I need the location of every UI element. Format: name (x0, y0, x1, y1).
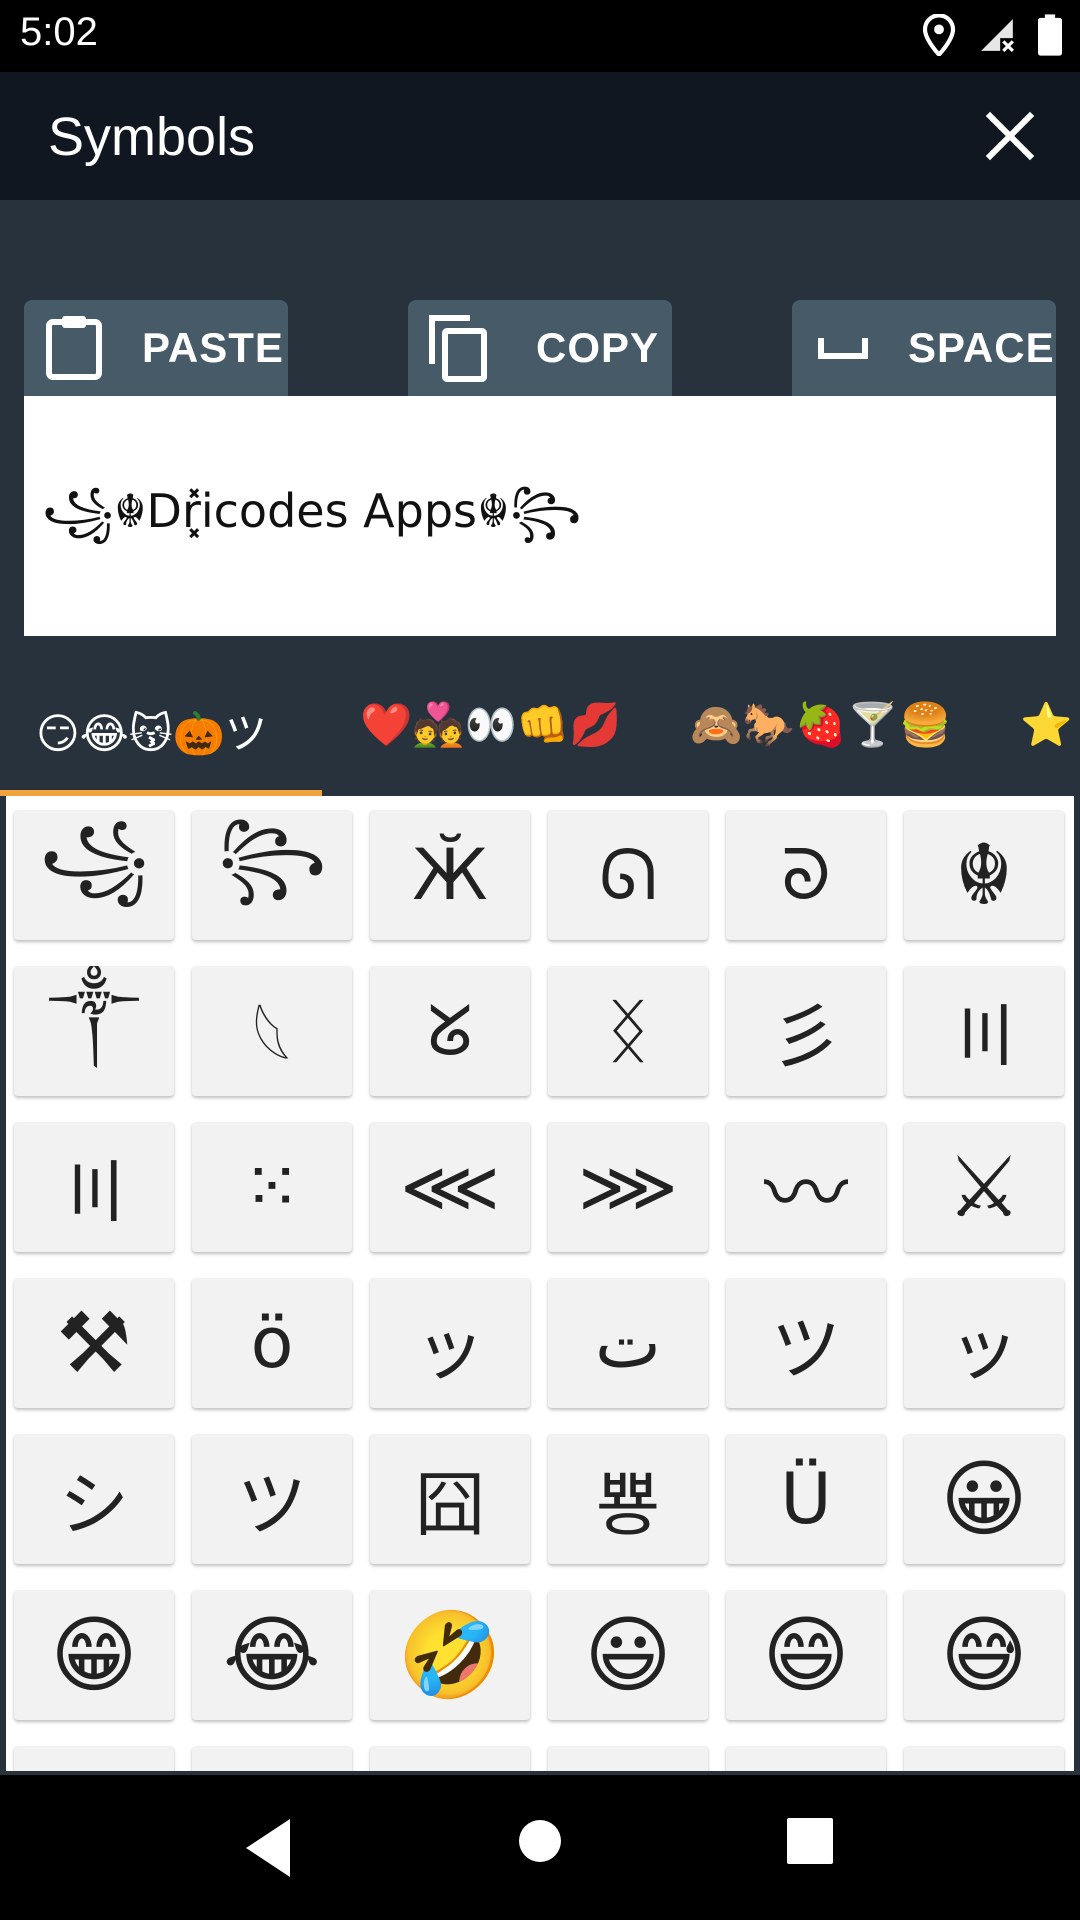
symbol-cell[interactable]: ッ (370, 1278, 530, 1408)
symbol-cell[interactable]: Ӂ (370, 810, 530, 940)
recents-button[interactable] (786, 1817, 834, 1869)
status-icons (922, 14, 1062, 56)
close-button[interactable] (980, 106, 1040, 166)
copy-label: COPY (536, 324, 660, 371)
symbol-cell[interactable]: ᘏ (548, 810, 708, 940)
clipboard-icon (46, 316, 102, 380)
navigation-bar (0, 1775, 1080, 1920)
page-title: Symbols (48, 107, 256, 167)
category-tabs: 😏😂😽🎃ツ ❤️💑👀👊💋 🙈🐎🍓🍸🍔 ⭐ (0, 680, 1080, 795)
close-icon (985, 111, 1035, 161)
tab-animals-food[interactable]: 🙈🐎🍓🍸🍔 (690, 700, 951, 750)
back-icon (246, 1819, 290, 1877)
symbol-cell[interactable]: 〣 (904, 966, 1064, 1096)
symbol-grid-panel[interactable]: ꧁ ꧂ Ӂ ᘏ ᘐ ☬ ༒ 𓆩 ᘜ ᛝ 彡〣〣 ⁙ ⋘ ⋙ 〰 ⚔ ⚒ ö ッ ت ツッシツ囧 뿅 Ü 😀 😁 😂 🤣 😃 😄 😅 (6, 796, 1074, 1771)
symbol-cell[interactable]: ꧁ (14, 810, 174, 940)
symbol-cell[interactable]: 😂 (192, 1590, 352, 1720)
symbol-cell[interactable] (370, 1746, 530, 1771)
symbol-cell[interactable]: ت (548, 1278, 708, 1408)
recents-icon (787, 1818, 833, 1864)
symbol-cell[interactable]: 𓆩 (192, 966, 352, 1096)
space-bar-icon (818, 338, 868, 359)
paste-label: PASTE (142, 324, 284, 371)
symbol-cell[interactable]: ༒ (14, 966, 174, 1096)
signal-no-data-icon (981, 19, 1014, 52)
home-button[interactable] (518, 1819, 562, 1867)
symbol-grid: ꧁ ꧂ Ӂ ᘏ ᘐ ☬ ༒ 𓆩 ᘜ ᛝ 彡〣〣 ⁙ ⋘ ⋙ 〰 ⚔ ⚒ ö ッ ت ツッシツ囧 뿅 Ü 😀 😁 😂 🤣 😃 😄 😅 (14, 810, 1064, 1771)
symbol-cell[interactable]: 😄 (726, 1590, 886, 1720)
symbol-cell[interactable]: Ü (726, 1434, 886, 1564)
copy-icon (429, 315, 487, 382)
symbol-cell[interactable]: ᘜ (370, 966, 530, 1096)
symbol-cell[interactable]: ☬ (904, 810, 1064, 940)
symbol-cell[interactable] (726, 1746, 886, 1771)
symbol-cell[interactable]: 彡 (726, 966, 886, 1096)
symbol-cell[interactable]: ⚔ (904, 1122, 1064, 1252)
symbol-cell[interactable] (14, 1746, 174, 1771)
symbol-cell[interactable]: 〰 (726, 1122, 886, 1252)
symbol-cell[interactable] (192, 1746, 352, 1771)
symbol-cell[interactable]: 뿅 (548, 1434, 708, 1564)
symbol-cell[interactable] (548, 1746, 708, 1771)
space-button[interactable]: SPACE (792, 300, 1056, 396)
symbol-cell[interactable]: ᛝ (548, 966, 708, 1096)
symbol-cell[interactable]: ꧂ (192, 810, 352, 940)
symbol-cell[interactable]: ⚒ (14, 1278, 174, 1408)
tab-stars[interactable]: ⭐ (1020, 700, 1072, 750)
symbol-cell[interactable]: 😀 (904, 1434, 1064, 1564)
status-bar: 5:02 (0, 0, 1080, 72)
app-bar: Symbols (0, 72, 1080, 200)
tab-love[interactable]: ❤️💑👀👊💋 (360, 700, 621, 750)
symbol-cell[interactable]: ⋙ (548, 1122, 708, 1252)
text-field-value: ꧁☬Dr͓̽icodes Apps☬꧂ (42, 484, 582, 538)
symbol-cell[interactable]: 😁 (14, 1590, 174, 1720)
symbol-cell[interactable]: 🤣 (370, 1590, 530, 1720)
symbol-cell[interactable] (904, 1746, 1064, 1771)
symbol-cell[interactable]: ᘐ (726, 810, 886, 940)
symbol-cell[interactable]: ⋘ (370, 1122, 530, 1252)
home-icon (519, 1820, 561, 1862)
location-icon (922, 14, 956, 56)
space-label: SPACE (908, 324, 1055, 371)
symbol-cell[interactable]: 😅 (904, 1590, 1064, 1720)
battery-icon (1038, 14, 1062, 56)
symbol-cell[interactable]: 😃 (548, 1590, 708, 1720)
copy-button[interactable]: COPY (408, 300, 672, 396)
symbol-cell[interactable]: ツ (192, 1434, 352, 1564)
back-button[interactable] (240, 1815, 300, 1885)
symbol-cell[interactable]: ッ (904, 1278, 1064, 1408)
symbol-cell[interactable]: シ (14, 1434, 174, 1564)
status-time: 5:02 (20, 10, 98, 54)
symbol-cell[interactable]: ö (192, 1278, 352, 1408)
symbol-cell[interactable]: 〣 (14, 1122, 174, 1252)
symbol-cell[interactable]: 囧 (370, 1434, 530, 1564)
symbol-text-field[interactable]: ꧁☬Dr͓̽icodes Apps☬꧂ (24, 396, 1056, 636)
symbol-cell[interactable]: ツ (726, 1278, 886, 1408)
symbol-cell[interactable]: ⁙ (192, 1122, 352, 1252)
paste-button[interactable]: PASTE (24, 300, 288, 396)
tab-smileys[interactable]: 😏😂😽🎃ツ (36, 700, 267, 761)
